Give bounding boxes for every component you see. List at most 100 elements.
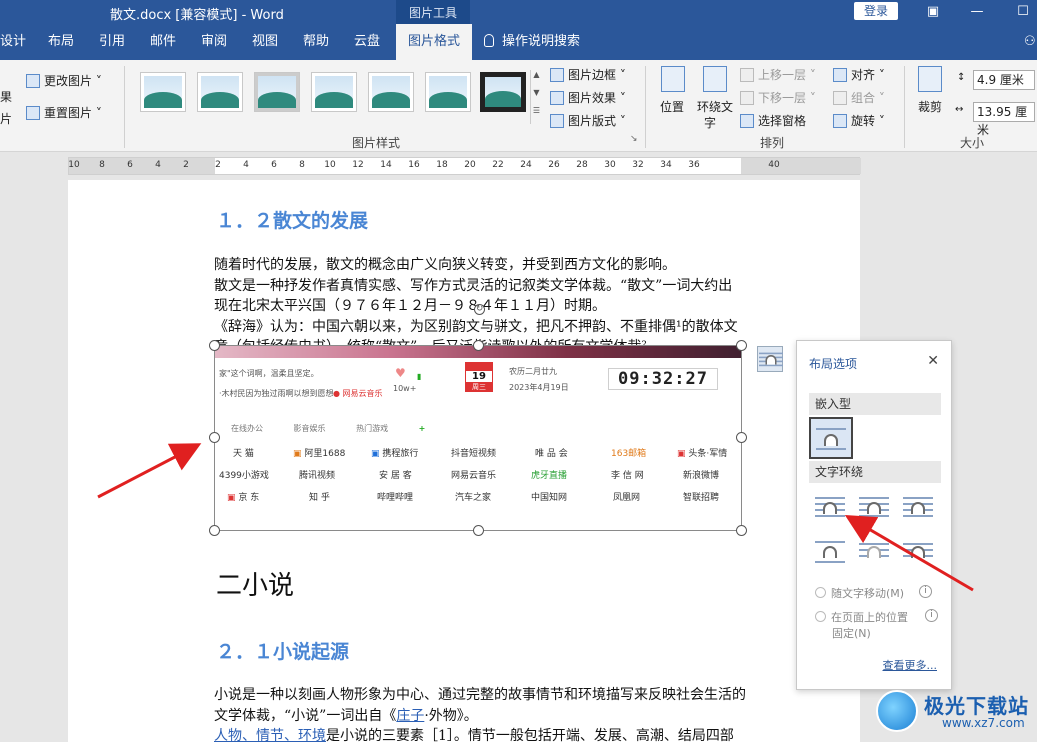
- height-input[interactable]: 4.9 厘米: [973, 70, 1035, 90]
- divider: [645, 66, 646, 148]
- document-page[interactable]: １．２散文的发展 随着时代的发展，散文的概念由广义向狭义转变，并受到西方文化的影…: [68, 180, 860, 742]
- crop-icon: [918, 66, 942, 92]
- site-link: ▣ 携程旅行: [371, 449, 419, 459]
- tab-design[interactable]: 设计: [0, 24, 26, 60]
- selected-picture[interactable]: 家"这个词啊，温柔且坚定。 ·木村民因为独过雨啊以想到愿想 ● 网易云音乐 ♥ …: [214, 345, 742, 531]
- rotate-button[interactable]: 旋转 ˅: [833, 112, 885, 129]
- picture-border-icon: [550, 68, 564, 82]
- position-button[interactable]: 位置: [660, 98, 684, 115]
- picture-border-button[interactable]: 图片边框 ˅: [550, 66, 626, 83]
- resize-handle-n[interactable]: [473, 340, 484, 351]
- resize-handle-nw[interactable]: [209, 340, 220, 351]
- dialog-launcher-icon[interactable]: ↘: [630, 134, 638, 144]
- resize-handle-ne[interactable]: [736, 340, 747, 351]
- picture-effects-label: 图片效果: [568, 91, 617, 105]
- resize-handle-e[interactable]: [736, 432, 747, 443]
- info-icon[interactable]: i: [925, 609, 938, 622]
- picture-effects-button[interactable]: 图片效果 ˅: [550, 89, 626, 106]
- heart-icon: ♥: [395, 366, 406, 380]
- ruler-number: 4: [243, 160, 249, 170]
- wrap-top-bottom-icon[interactable]: [815, 539, 845, 563]
- align-button[interactable]: 对齐 ˅: [833, 66, 885, 83]
- change-picture-button[interactable]: 更改图片 ˅: [26, 72, 102, 89]
- bring-forward-button: 上移一层 ˅: [740, 66, 816, 83]
- info-icon[interactable]: i: [919, 585, 932, 598]
- inline-icon: [816, 426, 846, 450]
- login-button[interactable]: 登录: [854, 2, 898, 20]
- tab-picture-format[interactable]: 图片格式: [396, 24, 473, 60]
- picture-tab-add: +: [418, 424, 426, 433]
- selection-pane-button[interactable]: 选择窗格: [740, 112, 806, 129]
- resize-handle-s[interactable]: [473, 525, 484, 536]
- tab-view[interactable]: 视图: [252, 24, 278, 60]
- rotate-label: 旋转: [851, 114, 876, 128]
- gallery-scroll[interactable]: ▲ ▼ ☰: [530, 70, 542, 124]
- tab-help[interactable]: 帮助: [303, 24, 329, 60]
- see-more-link[interactable]: 查看更多...: [883, 657, 938, 673]
- resize-handle-w[interactable]: [209, 432, 220, 443]
- wrap-tight-icon[interactable]: [859, 495, 889, 519]
- wrap-text-button-line2[interactable]: 字: [704, 114, 716, 131]
- bring-forward-label: 上移一层: [758, 68, 807, 82]
- wrap-in-front-icon[interactable]: [903, 539, 933, 563]
- tell-me-search[interactable]: 操作说明搜索: [484, 24, 580, 60]
- wrap-square-icon[interactable]: [815, 495, 845, 519]
- fix-position-label-line2: 固定(N): [832, 627, 871, 640]
- maximize-button[interactable]: ☐: [1012, 2, 1034, 22]
- watermark-logo: [876, 690, 918, 732]
- reset-picture-button[interactable]: 重置图片 ˅: [26, 104, 102, 121]
- picture-layout-button[interactable]: 图片版式 ˅: [550, 112, 626, 129]
- restore-ribbon-icon[interactable]: ▣: [922, 2, 944, 22]
- minimize-button[interactable]: —: [966, 2, 988, 22]
- gallery-up-icon[interactable]: ▲: [531, 70, 542, 88]
- ruler-number: 30: [604, 160, 616, 170]
- link-elements[interactable]: 人物、情节、环境: [214, 728, 326, 742]
- crop-button[interactable]: 裁剪: [918, 98, 942, 115]
- picture-style-2[interactable]: [197, 72, 243, 112]
- align-icon: [833, 68, 847, 82]
- layout-options-button[interactable]: [757, 346, 783, 372]
- ruler-number: 2: [215, 160, 221, 170]
- picture-style-7[interactable]: [480, 72, 526, 112]
- group-icon: [833, 91, 847, 105]
- artistic-effects-partial[interactable]: 果: [0, 88, 12, 105]
- picture-border-label: 图片边框: [568, 68, 617, 82]
- picture-tab-3: 热门游戏: [356, 424, 389, 433]
- wrap-through-icon[interactable]: [903, 495, 933, 519]
- wrap-text-button[interactable]: 环绕文: [697, 98, 733, 115]
- fix-position-option: 在页面上的位置: [815, 609, 908, 625]
- tab-cloud[interactable]: 云盘: [354, 24, 380, 60]
- site-row: 4399小游戏 腾讯视频 安 居 客 网易云音乐 虎牙直播 李 信 网 新浪微博: [219, 468, 735, 490]
- picture-style-5[interactable]: [368, 72, 414, 112]
- transparency-partial[interactable]: 片: [0, 110, 12, 127]
- picture-effects-icon: [550, 91, 564, 105]
- user-icon[interactable]: ⚇: [1024, 24, 1036, 60]
- picture-style-6[interactable]: [425, 72, 471, 112]
- link-zhuangzi[interactable]: 庄子: [396, 708, 424, 724]
- resize-handle-sw[interactable]: [209, 525, 220, 536]
- layout-options-title: 布局选项: [809, 357, 858, 371]
- tab-review[interactable]: 审阅: [201, 24, 227, 60]
- tab-references[interactable]: 引用: [99, 24, 125, 60]
- resize-handle-se[interactable]: [736, 525, 747, 536]
- gallery-down-icon[interactable]: ▼: [531, 88, 542, 106]
- picture-style-3[interactable]: [254, 72, 300, 112]
- site-link: 唯 品 会: [535, 449, 568, 459]
- picture-style-1[interactable]: [140, 72, 186, 112]
- divider: [904, 66, 905, 148]
- prose-line-1: 随着时代的发展，散文的概念由广义向狭义转变，并受到西方文化的影响。: [214, 257, 676, 273]
- watermark: 极光下载站 www.xz7.com: [872, 686, 1037, 742]
- close-icon[interactable]: ✕: [927, 353, 939, 369]
- prose-line-2: 散文是一种抒发作者真情实感、写作方式灵活的记叙类文学体裁。“散文”一词大约出: [214, 277, 733, 294]
- site-link: 汽车之家: [455, 493, 492, 503]
- horizontal-ruler[interactable]: 10 8 6 4 2 2 4 6 8 10 12 14 16 18 20 22 24 26 28 30 32 34 36 40: [68, 157, 861, 175]
- tab-layout[interactable]: 布局: [48, 24, 74, 60]
- send-backward-button: 下移一层 ˅: [740, 89, 816, 106]
- picture-style-4[interactable]: [311, 72, 357, 112]
- width-input[interactable]: 13.95 厘米: [973, 102, 1035, 137]
- rotate-handle-icon[interactable]: ↻: [474, 304, 485, 315]
- wrap-inline-option[interactable]: [809, 417, 853, 459]
- gallery-more-icon[interactable]: ☰: [531, 106, 542, 124]
- wrap-behind-text-icon[interactable]: [859, 539, 889, 563]
- tab-mailings[interactable]: 邮件: [150, 24, 176, 60]
